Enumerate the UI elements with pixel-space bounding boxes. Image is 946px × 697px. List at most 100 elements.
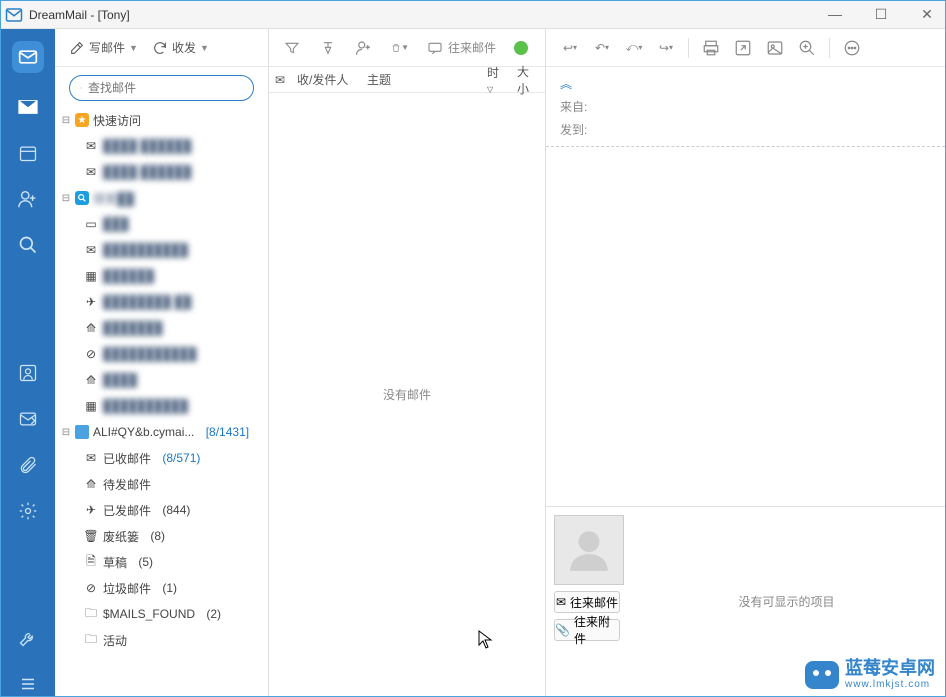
tree-item[interactable]: ▦██████████ (55, 393, 268, 419)
tree-item[interactable]: ✈████████ ██ (55, 289, 268, 315)
folder-drafts[interactable]: 🗎草稿 (5) (55, 549, 268, 575)
folder-activity[interactable]: 🗀活动 (55, 627, 268, 653)
zoom-icon[interactable] (797, 38, 817, 58)
maximize-button[interactable]: ☐ (867, 6, 895, 23)
mail-icon: ✉ (556, 595, 566, 609)
outbox-icon: ⟰ (83, 476, 99, 492)
clip-icon: 📎 (555, 623, 570, 637)
folder-trash[interactable]: 🗑废纸篓 (8) (55, 523, 268, 549)
history-attachment-button[interactable]: 📎往来附件 (554, 619, 620, 641)
reading-pane: ↩▾ ↶▾ ⤺▾ ↪▾ ︽ 来自: 发到: ✉往来邮件 📎往来附件 没 (546, 29, 945, 696)
watermark-icon (805, 661, 839, 689)
folder-icon: 🗀 (83, 606, 99, 622)
window-title: DreamMail - [Tony] (29, 8, 130, 22)
sent-icon: ✈ (83, 294, 99, 310)
tree-account[interactable]: ⊟ALI#QY&b.cymai... [8/1431] (55, 419, 268, 445)
tree-quick-access[interactable]: ⊟★快速访问 (55, 107, 268, 133)
nav-attachment-icon[interactable] (16, 453, 40, 477)
spam-icon: ⊘ (83, 580, 99, 596)
folder-sent[interactable]: ✈已发邮件 (844) (55, 497, 268, 523)
search-box[interactable] (69, 75, 254, 101)
list-header: ✉ 收/发件人 主题 时▽ 大小 (269, 67, 545, 93)
folder-tree: ⊟★快速访问 ✉████ ██████ ✉████ ██████ ⊟搜索██ ▭… (55, 107, 268, 696)
chevron-down-icon: ▼ (129, 43, 138, 53)
tree-item[interactable]: ⊘███████████ (55, 341, 268, 367)
chevron-down-icon: ▼ (200, 43, 209, 53)
back-icon[interactable]: ↩▾ (560, 38, 580, 58)
nav-settings-icon[interactable] (16, 499, 40, 523)
sync-button[interactable]: 收发 ▼ (152, 39, 209, 56)
tree-item[interactable]: ⟰███████ (55, 315, 268, 341)
collapse-icon[interactable]: ︽ (560, 75, 931, 92)
reply-icon[interactable]: ↶▾ (592, 38, 612, 58)
folder-inbox[interactable]: ✉已收邮件 (8/571) (55, 445, 268, 471)
inbox-icon: ✉ (83, 164, 99, 180)
col-subject[interactable]: 主题 (361, 71, 481, 88)
tree-item[interactable]: ▭███ (55, 211, 268, 237)
reply-all-icon[interactable]: ⤺▾ (624, 38, 644, 58)
compose-label: 写邮件 (89, 39, 125, 56)
watermark: 蓝莓安卓网www.lmkjst.com (805, 659, 935, 690)
nav-ribbon (1, 29, 55, 696)
tree-item[interactable]: ✉████ ██████ (55, 133, 268, 159)
inbox-icon: ✉ (83, 138, 99, 154)
list-empty-state: 没有邮件 (269, 93, 545, 696)
col-time[interactable]: 时▽ (481, 64, 511, 95)
folder-spam[interactable]: ⊘垃圾邮件 (1) (55, 575, 268, 601)
titlebar: DreamMail - [Tony] ― ☐ ✕ (1, 1, 945, 29)
nav-search-icon[interactable] (16, 233, 40, 257)
delete-icon[interactable]: ▼ (391, 39, 409, 57)
nav-menu-icon[interactable] (16, 672, 40, 696)
folder-icon: 🗀 (83, 632, 99, 648)
sent-icon: ✈ (83, 502, 99, 518)
tree-item[interactable]: ✉████ ██████ (55, 159, 268, 185)
add-contact-icon[interactable] (355, 39, 373, 57)
col-sender[interactable]: 收/发件人 (291, 71, 361, 88)
draft-icon: 🗎 (83, 554, 99, 570)
pin-icon[interactable] (319, 39, 337, 57)
grid-icon: ▦ (83, 268, 99, 284)
open-icon[interactable] (733, 38, 753, 58)
account-icon (75, 425, 89, 439)
inbox-icon: ✉ (83, 450, 99, 466)
to-label: 发到: (560, 123, 587, 137)
tree-item[interactable]: ✉██████████ (55, 237, 268, 263)
grid-icon: ▦ (83, 398, 99, 414)
col-size[interactable]: 大小 (511, 63, 545, 97)
brand-icon[interactable] (12, 41, 44, 73)
mail-icon: ✉ (83, 242, 99, 258)
status-dot-icon[interactable] (514, 41, 528, 55)
folder-pane: 写邮件 ▼ 收发 ▼ ⊟★快速访问 ✉████ ██████ ✉████ ███… (55, 29, 269, 696)
compose-button[interactable]: 写邮件 ▼ (69, 39, 138, 56)
contact-empty: 没有可显示的项目 (738, 593, 834, 610)
folder-outbox[interactable]: ⟰待发邮件 (55, 471, 268, 497)
search-input[interactable] (88, 81, 243, 95)
compose-icon (69, 40, 85, 56)
message-body (546, 147, 945, 506)
nav-contacts-icon[interactable] (16, 187, 40, 211)
image-icon[interactable] (765, 38, 785, 58)
tree-item[interactable]: ⟰████ (55, 367, 268, 393)
chat-icon (427, 40, 443, 56)
more-icon[interactable] (842, 38, 862, 58)
nav-addressbook-icon[interactable] (16, 361, 40, 385)
print-icon[interactable] (701, 38, 721, 58)
history-mail-button[interactable]: ✉往来邮件 (554, 591, 620, 613)
search-folder-icon (75, 191, 89, 205)
nav-mail-icon[interactable] (16, 95, 40, 119)
history-button[interactable]: 往来邮件 (427, 39, 496, 56)
close-button[interactable]: ✕ (913, 6, 941, 23)
nav-tools-icon[interactable] (16, 626, 40, 650)
forward-icon[interactable]: ↪▾ (656, 38, 676, 58)
nav-calendar-icon[interactable] (16, 141, 40, 165)
tree-search-group[interactable]: ⊟搜索██ (55, 185, 268, 211)
nav-outbox-icon[interactable] (16, 407, 40, 431)
folder-mailsfound[interactable]: 🗀$MAILS_FOUND (2) (55, 601, 268, 627)
trash-icon: 🗑 (83, 528, 99, 544)
filter-icon[interactable] (283, 39, 301, 57)
minimize-button[interactable]: ― (821, 6, 849, 23)
search-icon (80, 81, 82, 95)
sync-icon (152, 40, 168, 56)
tree-item[interactable]: ▦██████ (55, 263, 268, 289)
from-label: 来自: (560, 100, 587, 114)
